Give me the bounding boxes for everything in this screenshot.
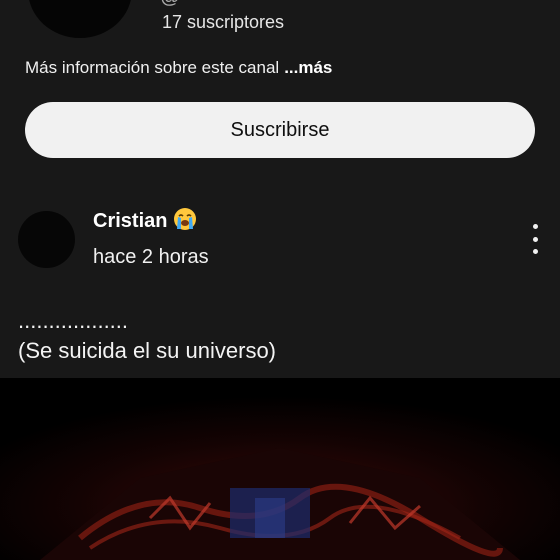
loudly-crying-face-icon [173, 207, 197, 231]
subscriber-count: 17 suscriptores [162, 12, 285, 32]
author-avatar[interactable] [18, 211, 75, 268]
post-timestamp: hace 2 horas [93, 246, 209, 268]
kebab-dot [532, 249, 538, 254]
more-link[interactable]: ...más [284, 58, 332, 77]
author-name: Cristian [93, 210, 168, 232]
post-text-line: (Se suicida el su universo) [18, 338, 277, 363]
post-image-art [0, 378, 560, 560]
post-image[interactable] [0, 378, 560, 560]
channel-post-screen: @ 17 suscriptores Más información sobre … [0, 0, 560, 560]
channel-description[interactable]: Más información sobre este canal ...más [25, 58, 332, 78]
kebab-dot [532, 224, 538, 229]
more-options-icon[interactable] [524, 224, 546, 254]
post-text-line: .................. [18, 308, 129, 333]
kebab-dot [532, 236, 538, 242]
post-author[interactable]: Cristian [93, 207, 197, 233]
post-body: .................. (Se suicida el su univ… [18, 306, 276, 366]
subscribe-button[interactable]: Suscribirse [25, 102, 535, 158]
channel-handle: @ [160, 0, 180, 9]
channel-description-text: Más información sobre este canal [25, 58, 280, 77]
channel-avatar[interactable] [28, 0, 132, 38]
